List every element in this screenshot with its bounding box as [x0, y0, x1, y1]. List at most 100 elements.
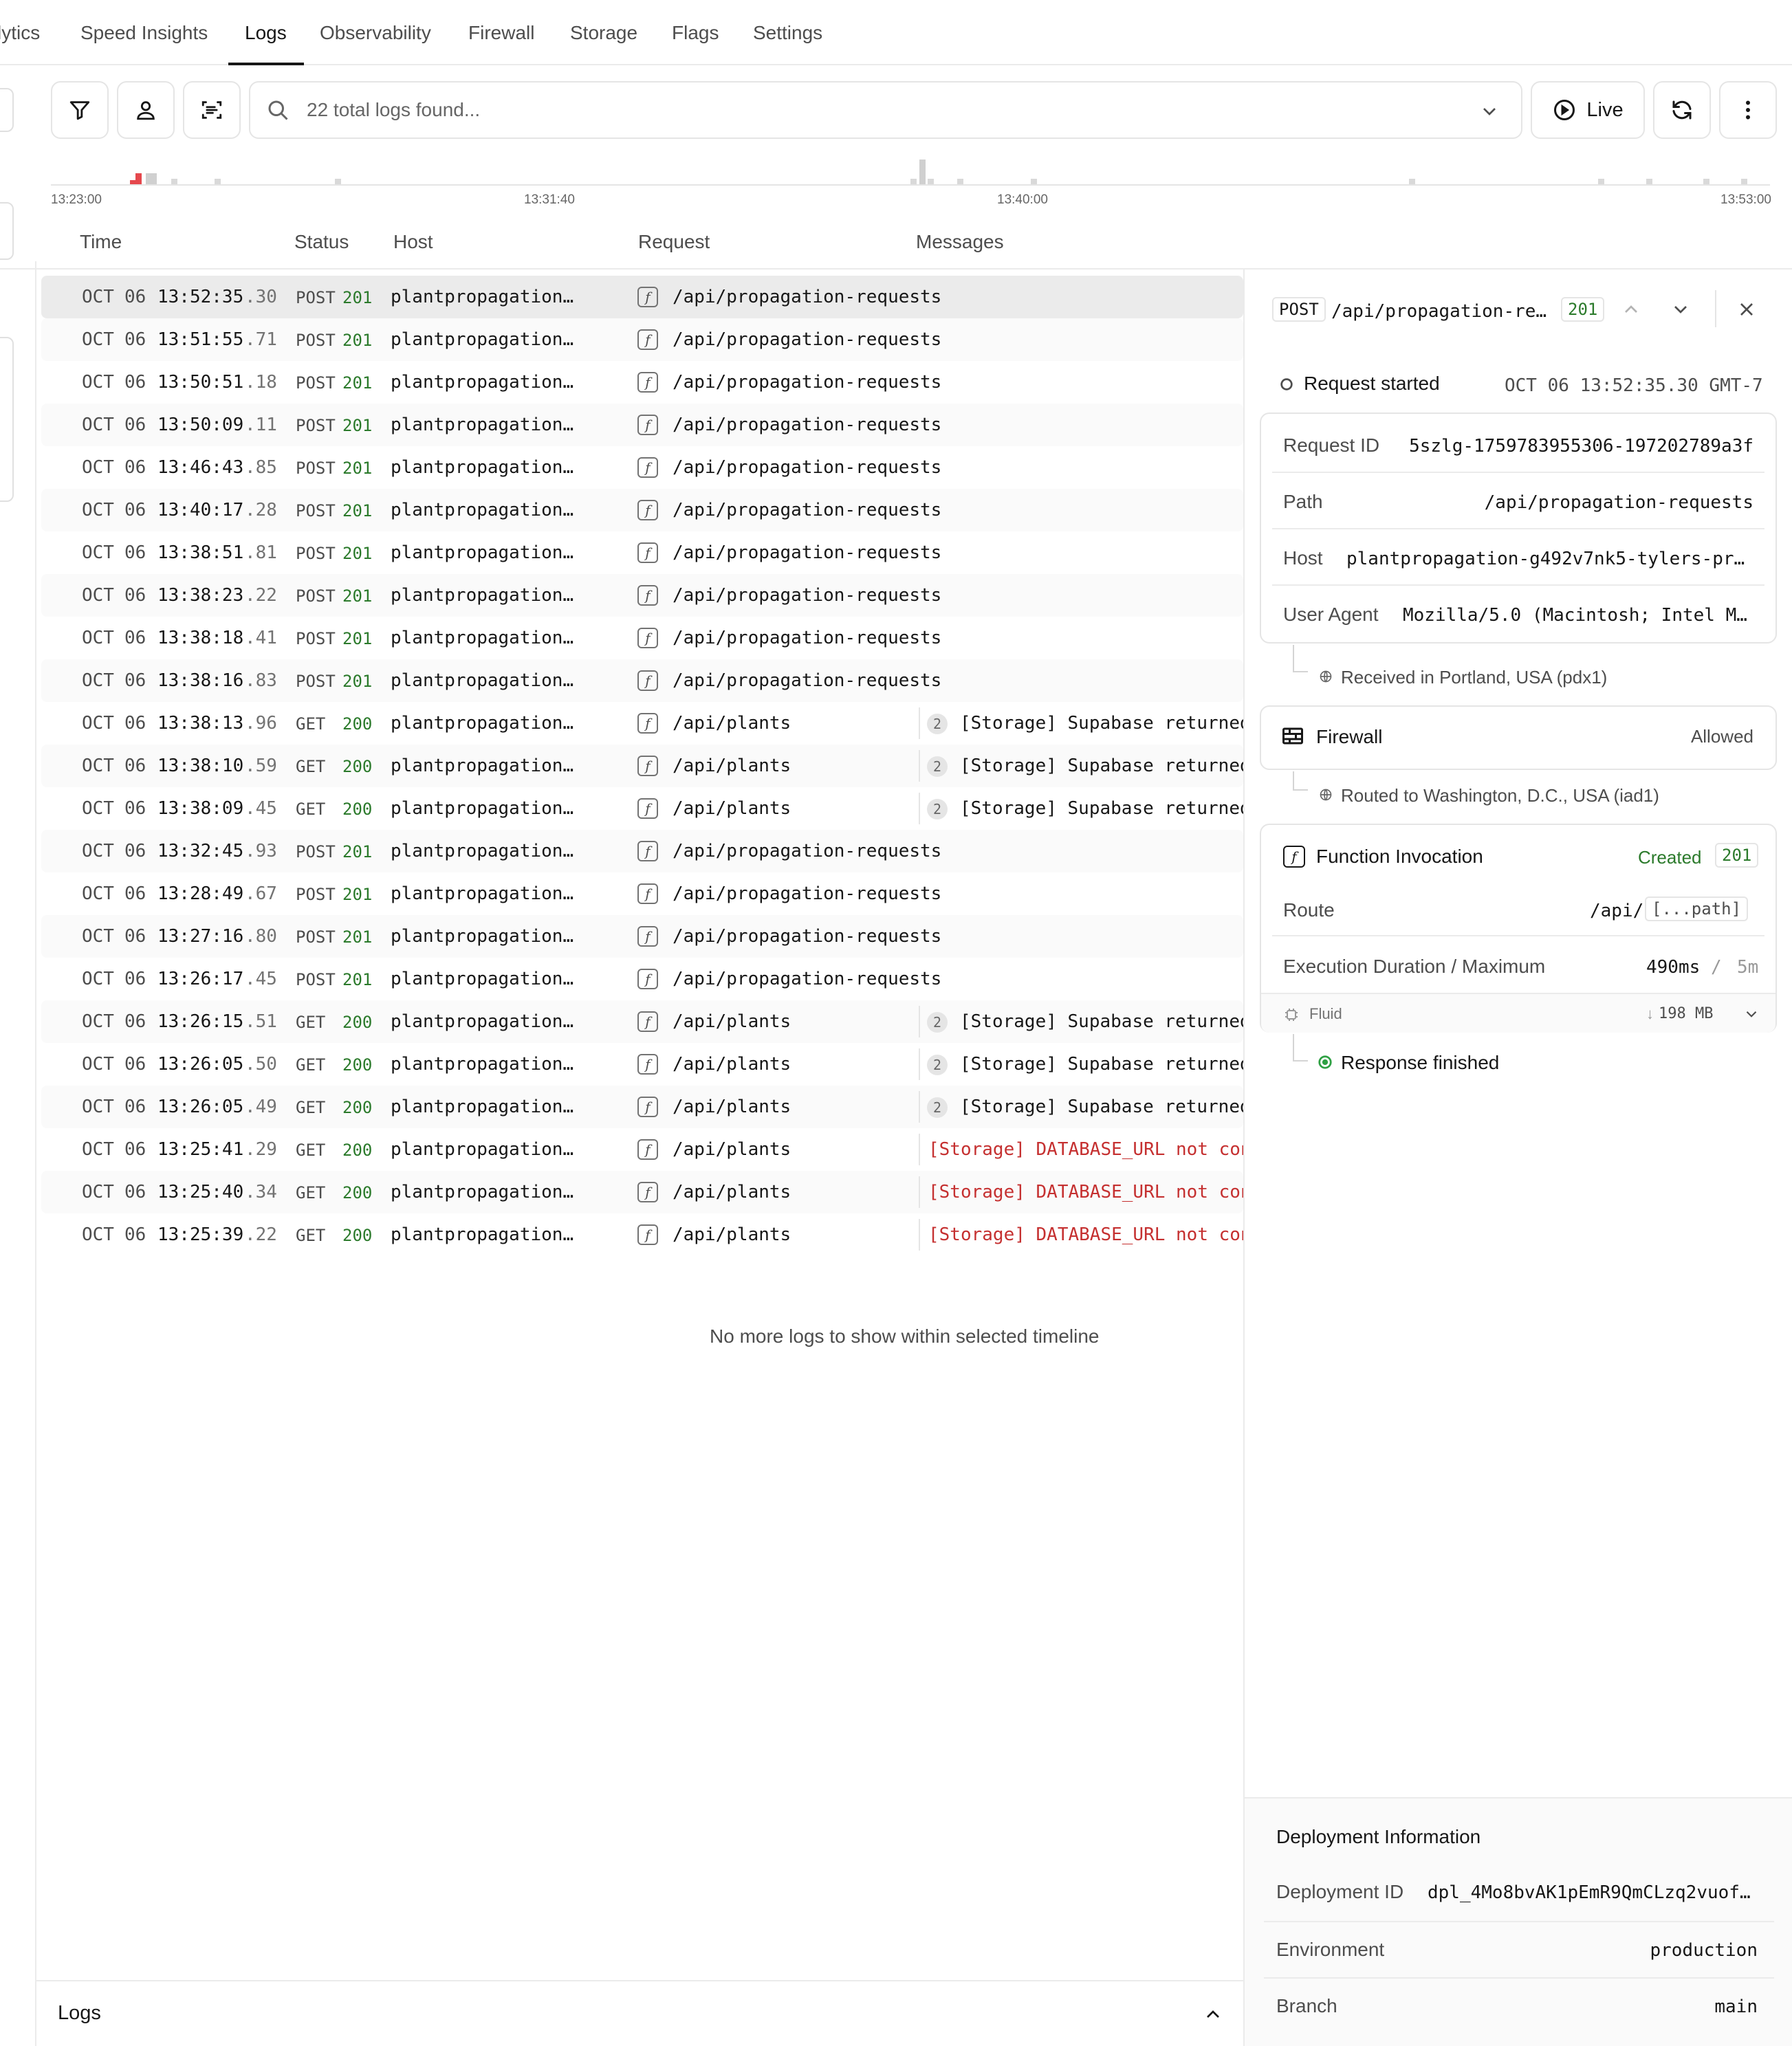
user-filter-button[interactable] [117, 81, 175, 139]
chevron-down-icon[interactable] [1670, 298, 1692, 320]
tab-storage[interactable]: Storage [570, 22, 637, 44]
tab-logs[interactable]: Logs [245, 22, 287, 44]
log-time: 13:25:39 [157, 1224, 244, 1245]
column-messages[interactable]: Messages [916, 231, 1004, 253]
log-timeline-histogram[interactable]: 13:23:00 13:31:40 13:40:00 13:53:00 [51, 151, 1771, 213]
log-row[interactable]: OCT 06 13:38:18.41 POST 201 plantpropagation…… [41, 617, 1243, 659]
log-host: plantpropagation… [391, 926, 574, 947]
log-request-path: /api/propagation-requests [673, 457, 942, 478]
log-request-path: /api/plants [673, 1054, 791, 1075]
divider [1272, 528, 1764, 529]
log-row[interactable]: OCT 06 13:46:43.85 POST 201 plantpropagation…… [41, 446, 1243, 489]
refresh-button[interactable] [1653, 81, 1711, 139]
firewall-card[interactable]: Firewall Allowed [1260, 705, 1777, 770]
log-day: 06 [124, 415, 146, 435]
log-row[interactable]: OCT 06 13:38:10.59 GET 200 plantpropagation… f… [41, 745, 1243, 787]
log-row[interactable]: OCT 06 13:38:51.81 POST 201 plantpropagation…… [41, 531, 1243, 574]
log-row[interactable]: OCT 06 13:26:15.51 GET 200 plantpropagation… f… [41, 1000, 1243, 1043]
function-icon: f [637, 415, 658, 435]
tab-flags[interactable]: Flags [672, 22, 719, 44]
success-dot-icon [1318, 1055, 1332, 1069]
log-month: OCT [82, 500, 114, 520]
path-value[interactable]: /api/propagation-requests [1485, 492, 1753, 513]
log-time: 13:32:45 [157, 841, 244, 861]
log-time-fraction: .67 [245, 883, 277, 904]
column-request[interactable]: Request [638, 231, 710, 253]
log-row[interactable]: OCT 06 13:38:09.45 GET 200 plantpropagation… f… [41, 787, 1243, 830]
log-method: GET [296, 714, 326, 734]
detail-method-badge: POST [1272, 297, 1326, 322]
log-row[interactable]: OCT 06 13:50:09.11 POST 201 plantpropagation…… [41, 404, 1243, 446]
log-time: 13:38:18 [157, 628, 244, 648]
log-row[interactable]: OCT 06 13:26:17.45 POST 201 plantpropagation…… [41, 958, 1243, 1000]
user-agent-value[interactable]: Mozilla/5.0 (Macintosh; Intel M… [1403, 605, 1747, 626]
log-method: GET [296, 1013, 326, 1032]
function-icon: f [637, 1139, 658, 1160]
tab-observability[interactable]: Observability [320, 22, 431, 44]
tab-speed-insights[interactable]: Speed Insights [80, 22, 208, 44]
tab-analytics[interactable]: lytics [0, 22, 40, 44]
chevron-up-icon[interactable] [1202, 2003, 1224, 2025]
timeline-bars[interactable] [51, 151, 1770, 186]
log-host: plantpropagation… [391, 1054, 574, 1075]
column-time[interactable]: Time [80, 231, 122, 253]
log-row[interactable]: OCT 06 13:25:41.29 GET 200 plantpropagation… f… [41, 1128, 1243, 1171]
column-host[interactable]: Host [393, 231, 433, 253]
function-icon: f [1283, 846, 1305, 868]
request-started-label: Request started [1304, 373, 1440, 394]
more-options-button[interactable] [1719, 81, 1777, 139]
sidebar-toggle-button[interactable] [0, 88, 14, 132]
log-time-fraction: .45 [245, 969, 277, 989]
user-icon [137, 101, 155, 120]
chevron-down-icon[interactable] [1478, 100, 1500, 122]
globe-icon [1320, 789, 1332, 801]
logs-bottom-bar[interactable]: Logs [36, 1980, 1243, 2046]
log-host: plantpropagation… [391, 883, 574, 904]
log-request-path: /api/propagation-requests [673, 628, 942, 648]
log-row[interactable]: OCT 06 13:25:40.34 GET 200 plantpropagation… f… [41, 1171, 1243, 1213]
log-search-field[interactable]: 22 total logs found... [249, 81, 1522, 139]
path-label: Path [1283, 491, 1323, 512]
log-month: OCT [82, 1097, 114, 1117]
branch-value[interactable]: main [1714, 1996, 1758, 2017]
log-host: plantpropagation… [391, 1097, 574, 1117]
log-row[interactable]: OCT 06 13:32:45.93 POST 201 plantpropagation…… [41, 830, 1243, 872]
fluid-footer[interactable]: Fluid ↓ 198 MB [1261, 993, 1775, 1033]
log-row[interactable]: OCT 06 13:51:55.71 POST 201 plantpropagation…… [41, 318, 1243, 361]
log-row[interactable]: OCT 06 13:52:35.30 POST 201 plantpropagation…… [41, 276, 1243, 318]
log-row[interactable]: OCT 06 13:38:16.83 POST 201 plantpropagation…… [41, 659, 1243, 702]
host-value[interactable]: plantpropagation-g492v7nk5-tylers-pr… [1346, 549, 1745, 569]
log-row[interactable]: OCT 06 13:26:05.49 GET 200 plantpropagation… f… [41, 1086, 1243, 1128]
message-separator [919, 1219, 920, 1251]
log-row[interactable]: OCT 06 13:25:39.22 GET 200 plantpropagation… f… [41, 1213, 1243, 1256]
deployment-id-value[interactable]: dpl_4Mo8bvAK1pEmR9QmCLzq2vuof… [1428, 1882, 1751, 1903]
message-separator [919, 1091, 920, 1123]
environment-label: Environment [1276, 1939, 1385, 1960]
log-row[interactable]: OCT 06 13:38:13.96 GET 200 plantpropagation… f… [41, 702, 1243, 745]
search-placeholder[interactable]: 22 total logs found... [307, 99, 480, 121]
log-row[interactable]: OCT 06 13:38:23.22 POST 201 plantpropagation…… [41, 574, 1243, 617]
log-time: 13:27:16 [157, 926, 244, 947]
log-time-fraction: .30 [245, 287, 277, 307]
log-row[interactable]: OCT 06 13:28:49.67 POST 201 plantpropagation…… [41, 872, 1243, 915]
log-row[interactable]: OCT 06 13:27:16.80 POST 201 plantpropagation…… [41, 915, 1243, 958]
tab-firewall[interactable]: Firewall [468, 22, 534, 44]
log-month: OCT [82, 1224, 114, 1245]
request-id-value[interactable]: 5szlg-1759783955306-197202789a3f [1409, 436, 1753, 456]
log-status: 201 [342, 885, 373, 904]
log-month: OCT [82, 372, 114, 393]
tab-settings[interactable]: Settings [753, 22, 822, 44]
column-status[interactable]: Status [294, 231, 349, 253]
log-row[interactable]: OCT 06 13:26:05.50 GET 200 plantpropagation… f… [41, 1043, 1243, 1086]
log-row[interactable]: OCT 06 13:40:17.28 POST 201 plantpropagation…… [41, 489, 1243, 531]
filter-button[interactable] [51, 81, 109, 139]
log-error-message: [Storage] DATABASE_URL not con [928, 1224, 1243, 1245]
log-row[interactable]: OCT 06 13:50:51.18 POST 201 plantpropagation…… [41, 361, 1243, 404]
chevron-down-icon[interactable] [1742, 1005, 1760, 1023]
live-button[interactable]: Live [1531, 81, 1645, 139]
close-icon[interactable] [1736, 298, 1758, 320]
log-method: GET [296, 1183, 326, 1202]
scan-text-button[interactable] [183, 81, 241, 139]
timeline-bar [1598, 179, 1604, 184]
chevron-up-icon[interactable] [1620, 298, 1642, 320]
